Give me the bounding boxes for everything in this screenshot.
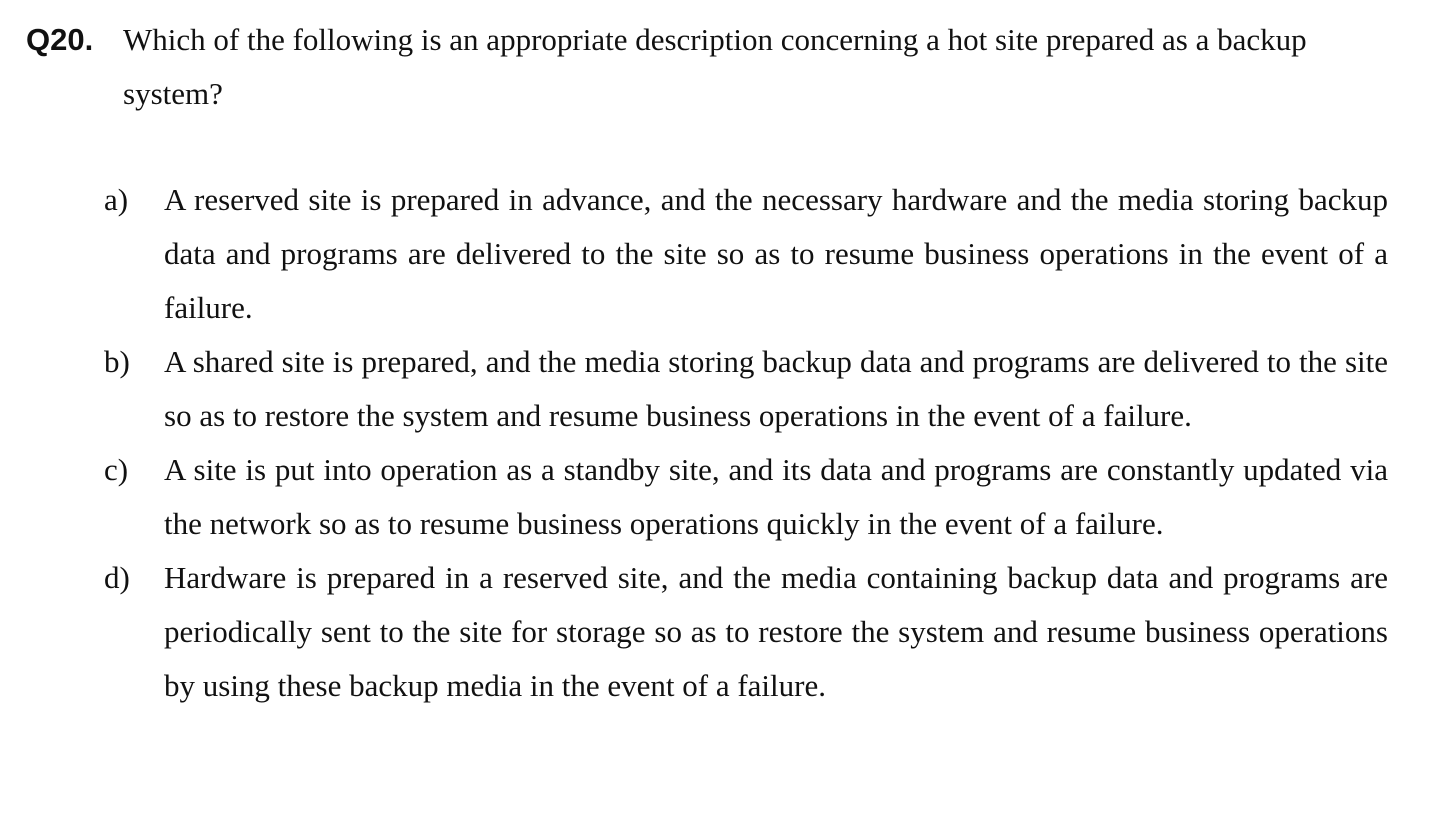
question-header: Q20. Which of the following is an approp… (26, 13, 1388, 121)
question-block: Q20. Which of the following is an approp… (26, 13, 1388, 121)
answer-options: a) A reserved site is prepared in advanc… (104, 173, 1388, 713)
option-a: a) A reserved site is prepared in advanc… (104, 173, 1388, 335)
option-label: c) (104, 452, 129, 487)
option-b: b) A shared site is prepared, and the me… (104, 335, 1388, 443)
option-c: c) A site is put into operation as a sta… (104, 443, 1388, 551)
option-label: d) (104, 560, 130, 595)
option-label: a) (104, 182, 129, 217)
option-text: A shared site is prepared, and the media… (164, 344, 1388, 433)
option-label: b) (104, 344, 130, 379)
question-number: Q20. (26, 22, 94, 57)
question-text: Which of the following is an appropriate… (123, 22, 1307, 111)
option-text: A reserved site is prepared in advance, … (164, 182, 1388, 325)
option-text: A site is put into operation as a standb… (164, 452, 1388, 541)
option-text: Hardware is prepared in a reserved site,… (164, 560, 1388, 703)
option-d: d) Hardware is prepared in a reserved si… (104, 551, 1388, 713)
